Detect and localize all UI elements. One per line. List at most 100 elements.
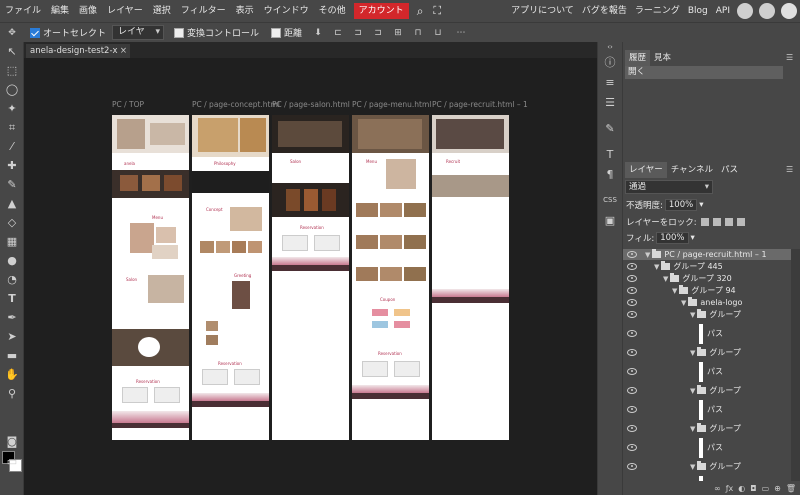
opacity-arrow-icon[interactable]: ▾ [699,200,703,210]
visibility-eye-icon[interactable] [627,262,637,270]
lock-transparency-icon[interactable] [700,218,709,226]
visibility-eye-icon[interactable] [627,286,637,294]
menu-right-item[interactable]: ラーニング [631,0,684,22]
layer-row[interactable]: ▼ グループ 94 [623,285,791,296]
marquee-tool-icon[interactable]: ⬚ [0,61,24,80]
artboard-concept[interactable]: Philosophy Concept Greeting Reservation [192,115,269,440]
layer-row[interactable]: ▼ グループ [623,423,791,434]
expand-triangle-icon[interactable]: ▼ [690,425,695,433]
document-tab[interactable]: anela-design-test2-x × [26,44,130,58]
menu-item[interactable]: レイヤー [102,0,148,22]
canvas-area[interactable]: anela-design-test2-x × PC / TOP anela Me… [24,42,597,495]
visibility-eye-icon[interactable] [627,310,637,318]
twitter-icon[interactable] [759,3,775,19]
menu-right-item[interactable]: Blog [684,0,712,22]
tab-swatches[interactable]: 見本 [650,50,675,66]
artboard-menu[interactable]: Menu Coupon Reservation [352,115,429,440]
blend-mode-dropdown[interactable]: 通過 [625,180,713,194]
expand-triangle-icon[interactable]: ▼ [663,275,668,283]
layer-row[interactable]: ▼ グループ 320 [623,273,791,284]
lock-position-icon[interactable] [724,218,733,226]
screen-mode-icon[interactable]: ▭ [0,452,24,471]
collapse-panels-icon[interactable]: ‹› [598,42,622,52]
hand-tool-icon[interactable]: ✋ [0,365,24,384]
expand-triangle-icon[interactable]: ▼ [654,263,659,271]
expand-triangle-icon[interactable]: ▼ [672,287,677,295]
layer-row[interactable]: ▼ PC / page-recruit.html – 1 [623,249,791,260]
adjustments-icon[interactable]: ≡ [598,72,622,92]
layer-row[interactable]: ▼ グループ 445 [623,261,791,272]
lock-pixels-icon[interactable] [712,218,721,226]
menu-item[interactable]: フィルター [176,0,231,22]
properties-icon[interactable]: ☰ [598,92,622,112]
new-layer-icon[interactable]: ⊕ [774,484,781,493]
info-icon[interactable]: ⓘ [598,52,622,72]
distance-checkbox[interactable] [271,27,282,38]
visibility-eye-icon[interactable] [627,424,637,432]
tab-channels[interactable]: チャンネル [667,162,717,178]
fullscreen-icon[interactable]: ⛶ [428,0,446,22]
menu-item[interactable]: ウインドウ [259,0,314,22]
layer-row[interactable]: パス [623,359,791,384]
layers-panel-menu-icon[interactable]: ☰ [786,165,796,175]
expand-triangle-icon[interactable]: ▼ [645,251,650,259]
align-left-icon[interactable]: ⊏ [330,26,346,40]
stamp-tool-icon[interactable]: ▲ [0,194,24,213]
align-top-icon[interactable]: ⊓ [410,26,426,40]
align-right-icon[interactable]: ⊐ [370,26,386,40]
visibility-eye-icon[interactable] [627,274,637,282]
distribute-icon[interactable]: ⊞ [390,26,406,40]
layer-row[interactable]: ▼ グループ [623,309,791,320]
visibility-eye-icon[interactable] [627,348,637,356]
visibility-eye-icon[interactable] [627,250,637,258]
paragraph-icon[interactable]: ¶ [598,164,622,184]
close-tab-icon[interactable]: × [120,44,127,58]
auto-select-checkbox[interactable] [30,27,40,38]
layer-mask-icon[interactable]: ◘ [750,484,756,493]
crop-tool-icon[interactable]: ⌗ [0,118,24,137]
history-item[interactable]: 開く [625,66,783,79]
magic-wand-tool-icon[interactable]: ✦ [0,99,24,118]
fill-arrow-icon[interactable]: ▾ [691,233,695,243]
menu-item[interactable]: ファイル [0,0,46,22]
expand-triangle-icon[interactable]: ▼ [690,387,695,395]
adjustment-layer-icon[interactable]: ◐ [738,484,745,493]
account-button[interactable]: アカウント [353,3,409,19]
visibility-eye-icon[interactable] [627,443,637,451]
css-icon[interactable]: CSS [598,190,622,210]
distribute-spacing-icon[interactable]: ⋯ [450,26,472,40]
visibility-eye-icon[interactable] [627,329,637,337]
delete-layer-icon[interactable]: 🗑 [786,484,796,493]
type-tool-icon[interactable]: T [0,289,24,308]
eraser-tool-icon[interactable]: ◇ [0,213,24,232]
expand-triangle-icon[interactable]: ▼ [681,299,686,307]
gradient-tool-icon[interactable]: ▦ [0,232,24,251]
layer-row[interactable]: ▼ anela-logo [623,297,791,308]
align-center-icon[interactable]: ⊐ [350,26,366,40]
path-select-tool-icon[interactable]: ➤ [0,327,24,346]
layer-list[interactable]: ▼ PC / page-recruit.html – 1 ▼ グループ 445 ▼ グルー… [623,249,791,481]
zoom-tool-icon[interactable]: ⚲ [0,384,24,403]
layers-scrollbar[interactable] [791,249,800,481]
layer-row[interactable]: パス [623,473,791,481]
fill-value[interactable]: 100% [656,232,689,244]
expand-triangle-icon[interactable]: ▼ [690,349,695,357]
image-icon[interactable]: ▣ [598,210,622,230]
menu-item[interactable]: 表示 [231,0,259,22]
visibility-eye-icon[interactable] [627,367,637,375]
visibility-eye-icon[interactable] [627,405,637,413]
menu-item[interactable]: 選択 [148,0,176,22]
dodge-tool-icon[interactable]: ◔ [0,270,24,289]
visibility-eye-icon[interactable] [627,462,637,470]
document-canvas[interactable]: PC / TOP anela Menu Salon Reservation PC… [24,58,597,495]
auto-select-target-dropdown[interactable]: レイヤー [112,25,165,50]
shape-tool-icon[interactable]: ▬ [0,346,24,365]
menu-right-item[interactable]: バグを報告 [578,0,631,22]
move-tool-icon[interactable]: ↖ [0,42,24,61]
layer-row[interactable]: パス [623,321,791,346]
reddit-icon[interactable] [737,3,753,19]
artboard-salon[interactable]: Salon Reservation [272,115,349,440]
move-tool-icon[interactable]: ✥ [2,26,22,40]
layer-row[interactable]: パス [623,397,791,422]
artboard-top[interactable]: anela Menu Salon Reservation [112,115,189,440]
